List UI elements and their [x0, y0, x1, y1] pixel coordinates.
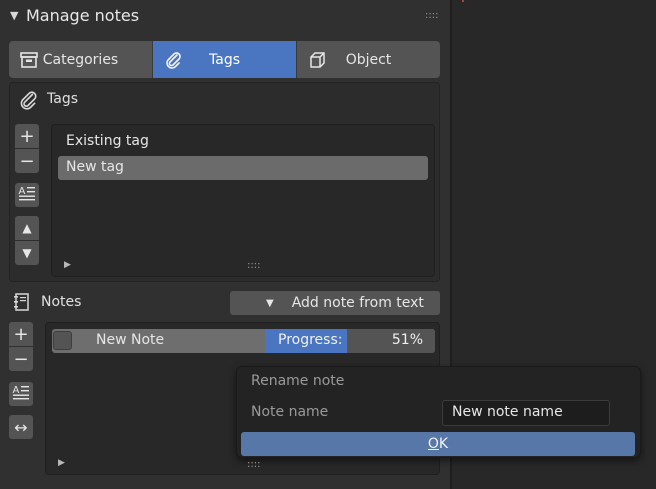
- note-name[interactable]: New Note: [96, 332, 164, 348]
- add-note-button[interactable]: +: [9, 322, 33, 346]
- ok-label-accel: O: [427, 436, 439, 452]
- viewport-marker: [462, 0, 464, 2]
- tags-section-title: Tags: [47, 91, 78, 107]
- note-progress-slider[interactable]: Progress: 51%: [265, 329, 435, 353]
- collapse-icon[interactable]: ▼: [10, 9, 18, 22]
- chevron-down-icon: ▼: [266, 297, 274, 309]
- rename-note-button[interactable]: A: [9, 382, 33, 406]
- notes-section-title: Notes: [41, 294, 82, 310]
- tab-label: Tags: [209, 51, 240, 68]
- panel-grip-icon[interactable]: ::::: [425, 11, 438, 21]
- rename-tag-button[interactable]: A: [15, 183, 39, 207]
- progress-label: Progress:: [278, 332, 343, 348]
- paperclip-icon: [163, 50, 183, 70]
- cube-icon: [307, 50, 327, 70]
- dropdown-label: Add note from text: [291, 295, 424, 311]
- tab-label: Categories: [42, 51, 119, 68]
- archive-box-icon: [19, 50, 39, 70]
- list-options-icon[interactable]: ▶: [58, 458, 65, 468]
- tab-bar: Categories Tags Object: [9, 41, 440, 78]
- ok-button[interactable]: OK: [241, 432, 635, 456]
- note-done-checkbox[interactable]: [53, 331, 72, 350]
- paperclip-icon: [17, 89, 39, 111]
- tab-tags[interactable]: Tags: [153, 41, 297, 78]
- tab-label: Object: [345, 51, 392, 68]
- tab-object[interactable]: Object: [297, 41, 440, 78]
- rename-text-icon: A: [17, 183, 37, 208]
- move-down-button[interactable]: ▼: [15, 241, 39, 265]
- popup-grip-icon: ::::: [247, 459, 261, 470]
- remove-note-button[interactable]: −: [9, 347, 33, 371]
- svg-text:A: A: [13, 385, 20, 396]
- note-name-label: Note name: [251, 404, 329, 420]
- list-item[interactable]: New tag: [66, 159, 124, 175]
- tab-categories[interactable]: Categories: [9, 41, 153, 78]
- notebook-icon: [12, 292, 32, 312]
- progress-value: 51%: [391, 332, 423, 348]
- ok-label-rest: K: [438, 436, 449, 452]
- resize-horizontal-button[interactable]: ↔: [9, 415, 33, 439]
- list-item[interactable]: Existing tag: [66, 133, 149, 149]
- add-tag-button[interactable]: +: [15, 124, 39, 148]
- add-note-from-text-dropdown[interactable]: ▼ Add note from text: [230, 291, 440, 315]
- remove-tag-button[interactable]: −: [15, 149, 39, 173]
- list-resize-grip-icon[interactable]: ::::: [247, 261, 260, 271]
- move-up-button[interactable]: ▲: [15, 216, 39, 240]
- rename-text-icon: A: [11, 382, 31, 407]
- panel-title[interactable]: Manage notes: [26, 6, 139, 25]
- note-name-field[interactable]: New note name: [442, 400, 610, 426]
- list-options-icon[interactable]: ▶: [64, 260, 71, 270]
- svg-text:A: A: [19, 186, 26, 197]
- popup-title: Rename note: [251, 373, 345, 389]
